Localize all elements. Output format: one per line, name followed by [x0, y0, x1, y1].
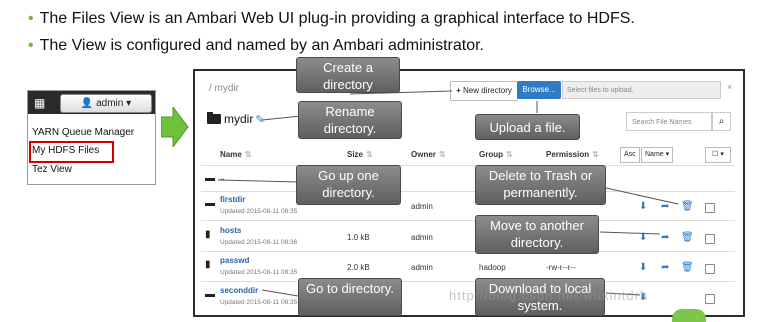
leaf-decoration	[672, 309, 706, 322]
callout-connectors	[217, 90, 679, 297]
callout-rename-directory: Rename directory.	[298, 101, 402, 139]
callout-create-directory: Create a directory	[296, 57, 400, 93]
callout-go-to: Go to directory.	[298, 278, 402, 316]
callout-delete: Delete to Trash or permanently.	[475, 165, 606, 205]
callout-go-up: Go up one directory.	[296, 165, 401, 205]
watermark: http://blog.csdn.net/wuxintdrh	[449, 288, 649, 303]
callout-upload-file: Upload a file.	[475, 114, 580, 140]
callout-move: Move to another directory.	[475, 215, 599, 254]
